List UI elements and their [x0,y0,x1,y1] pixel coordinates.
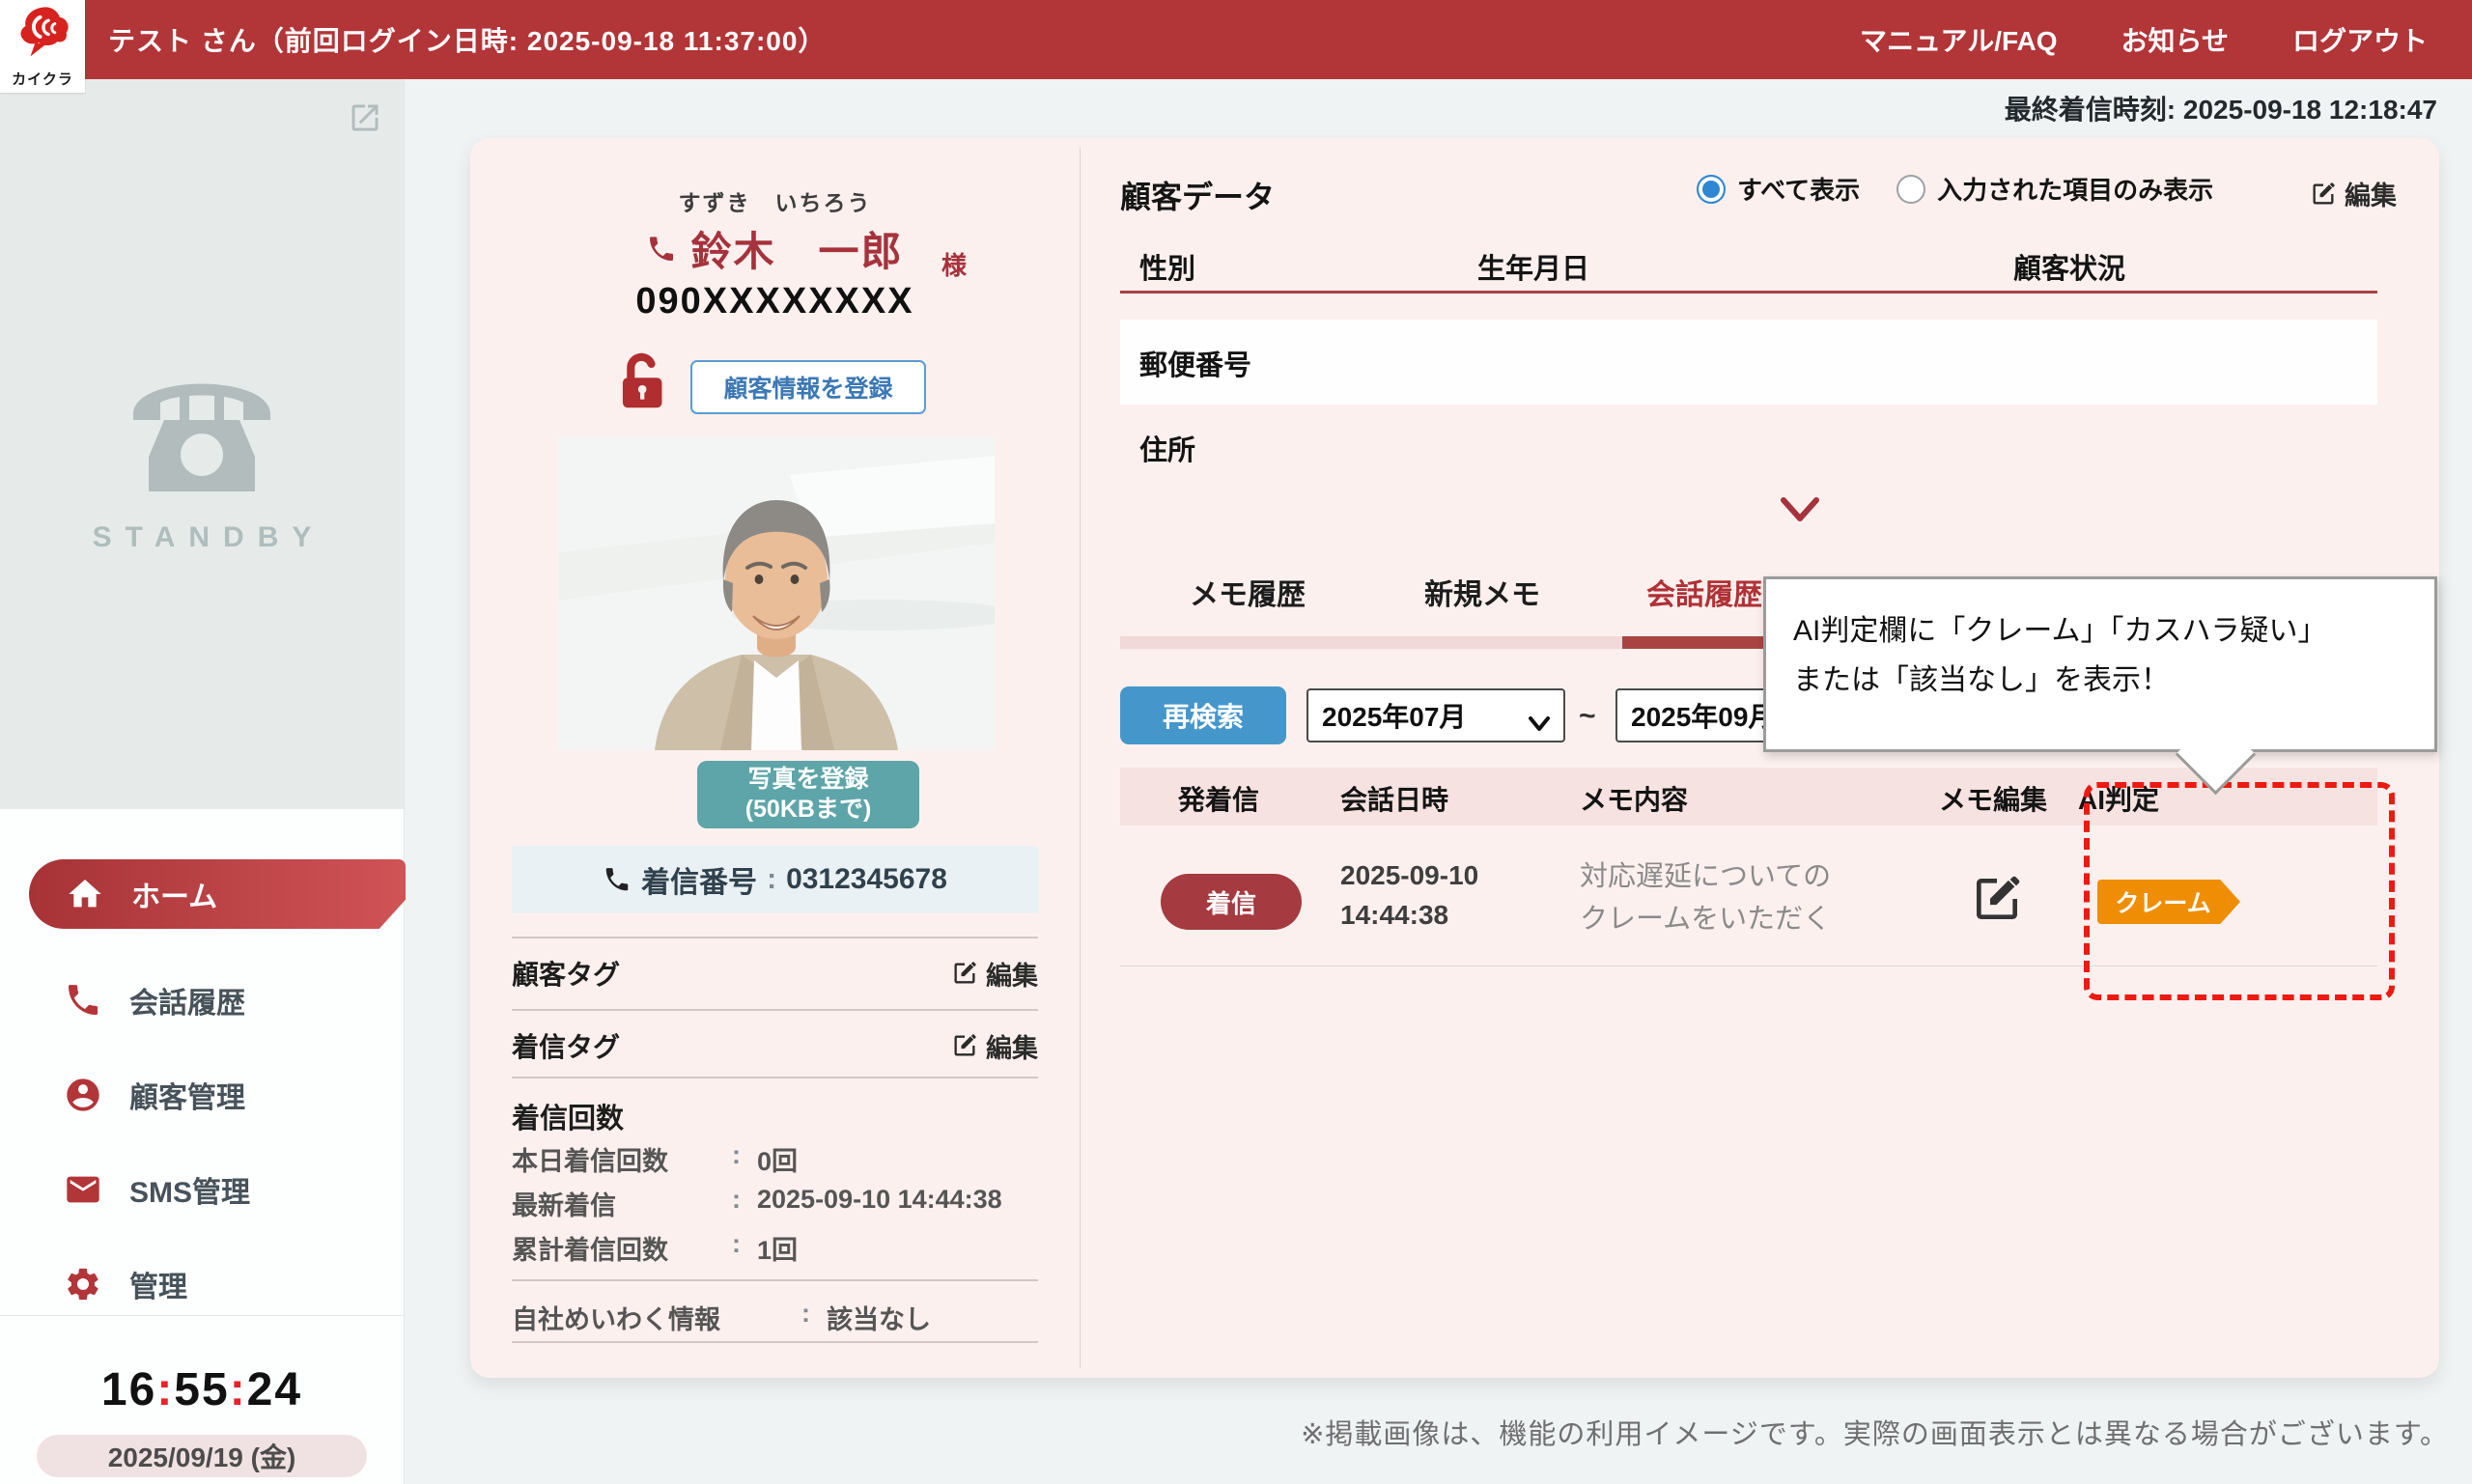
highlight-dashed-box [2084,782,2395,1000]
pencil-icon [951,1032,978,1059]
disclaimer-text: ※掲載画像は、機能の利用イメージです。実際の画面表示とは異なる場合がございます。 [1301,1412,2449,1452]
radio-selected-icon [1697,175,1726,204]
incoming-number-label: 着信番号 [641,858,757,901]
pencil-icon [2310,181,2337,208]
last-call-time: 最終着信時刻: 2025-09-18 12:18:47 [2005,89,2437,127]
sidebar-item-label: 顧客管理 [129,1074,245,1116]
feature-tooltip: AI判定欄に「クレーム」「カスハラ疑い」 または「該当なし」を表示！ [1763,576,2437,752]
phone-standby-icon [120,487,284,503]
customer-phone-number: 090XXXXXXXX [470,281,1080,322]
call-status-panel: STANDBY [0,79,404,809]
kaikura-cloud-logo-icon [17,4,70,60]
tab-conversation-history[interactable]: 会話履歴 [1646,571,1762,613]
sidebar-item-label: ホーム [131,873,217,915]
customer-tag-edit-button[interactable]: 編集 [951,955,1038,993]
tooltip-text: AI判定欄に「クレーム」「カスハラ疑い」 または「該当なし」を表示！ [1793,615,2326,696]
mail-icon [64,1170,102,1209]
header-links: マニュアル/FAQ お知らせ ログアウト [1860,0,2428,79]
phone-call-icon [646,234,677,265]
re-search-button[interactable]: 再検索 [1120,686,1286,744]
home-icon [66,875,104,913]
customer-tag-label: 顧客タグ [512,954,620,993]
field-birthdate: 生年月日 [1477,246,1589,287]
gear-icon [64,1265,102,1303]
customer-photo [558,436,995,750]
tab-new-memo[interactable]: 新規メモ [1424,571,1540,613]
radio-show-filled-only[interactable]: 入力された項目のみ表示 [1896,171,2213,207]
external-link-icon[interactable] [348,100,382,135]
col-memo-edit: メモ編集 [1939,779,2047,818]
sidebar-item-home[interactable]: ホーム [29,859,406,929]
logged-in-user-info: テスト さん（前回ログイン日時: 2025-09-18 11:37:00） [108,0,826,79]
date-range-tilde: ~ [1579,700,1596,733]
field-postal-code: 郵便番号 [1139,343,1251,383]
col-memo: メモ内容 [1580,779,1688,818]
customer-tag-row: 顧客タグ 編集 [512,954,1038,993]
field-gender: 性別 [1139,246,1195,287]
upload-photo-button[interactable]: 写真を登録 (50KBまで) [697,761,919,828]
radio-show-all[interactable]: すべて表示 [1697,171,1860,207]
memo-content: 対応遅延についての クレームをいただく [1580,856,1831,940]
postal-code-row [1120,320,2377,405]
field-address: 住所 [1139,428,1195,468]
date-badge: 2025/09/19 (金) [37,1435,367,1477]
person-icon [64,1076,102,1114]
app-logo[interactable]: カイクラ [0,0,85,93]
incoming-call-badge: 着信 [1161,874,1302,930]
incoming-number-strip: 着信番号 : 0312345678 [512,846,1038,913]
register-customer-button[interactable]: 顧客情報を登録 [690,360,926,414]
incoming-tag-label: 着信タグ [512,1026,620,1065]
sidebar-item-admin[interactable]: 管理 [0,1249,404,1319]
call-count-title: 着信回数 [512,1096,624,1136]
pencil-icon [951,960,978,987]
logo-text: カイクラ [12,69,73,89]
incoming-number-value: 0312345678 [786,863,947,896]
phone-icon [64,981,102,1020]
nuisance-info-row: 自社めいわく情報:該当なし [512,1299,1038,1336]
incoming-tag-edit-button[interactable]: 編集 [951,1027,1038,1065]
lock-open-icon[interactable] [613,352,669,412]
sidebar-divider [0,1315,404,1316]
display-filter-radios: すべて表示 入力された項目のみ表示 [1697,171,2213,207]
incoming-tag-row: 着信タグ 編集 [512,1026,1038,1065]
radio-unselected-icon [1896,175,1925,204]
customer-data-title: 顧客データ [1120,173,1275,217]
total-call-count-row: 累計着信回数:1回 [512,1229,1038,1267]
phone-receiver-icon [603,865,632,894]
customer-data-edit-button[interactable]: 編集 [2310,175,2397,212]
sidebar-item-label: 会話履歴 [129,979,245,1022]
sidebar-item-label: 管理 [129,1263,187,1305]
customer-name: 鈴木 一郎 [690,219,903,278]
top-header: テスト さん（前回ログイン日時: 2025-09-18 11:37:00） マニ… [0,0,2472,79]
latest-call-row: 最新着信:2025-09-10 14:44:38 [512,1185,1038,1222]
sidebar-item-conversation-history[interactable]: 会話履歴 [0,966,404,1035]
memo-edit-icon[interactable] [1970,872,2024,926]
chevron-down-icon [1529,708,1550,723]
sidebar: STANDBY ホーム 会話履歴 顧客管理 SMS管理 管理 16:55:24 [0,79,405,1484]
logout-link[interactable]: ログアウト [2292,20,2428,59]
conversation-datetime: 2025-09-10 14:44:38 [1340,856,1478,935]
tab-memo-history[interactable]: メモ履歴 [1190,571,1306,613]
main-card: すずき いちろう 鈴木 一郎 様 090XXXXXXXX 顧客情報を登録 [470,138,2439,1378]
clock: 16:55:24 [0,1363,404,1416]
customer-furigana: すずき いちろう [470,184,1080,217]
today-call-count-row: 本日着信回数:0回 [512,1140,1038,1178]
honorific-label: 様 [941,246,967,282]
date-from-select[interactable]: 2025年07月 [1306,688,1565,742]
sidebar-item-label: SMS管理 [129,1168,250,1211]
col-direction: 発着信 [1178,779,1259,818]
sidebar-item-sms-management[interactable]: SMS管理 [0,1155,404,1224]
col-datetime: 会話日時 [1340,779,1448,818]
sidebar-item-customer-management[interactable]: 顧客管理 [0,1060,404,1130]
manual-faq-link[interactable]: マニュアル/FAQ [1860,20,2058,59]
expand-chevron-down-icon[interactable] [1779,495,1821,524]
standby-label: STANDBY [0,521,404,554]
field-customer-status: 顧客状況 [2013,246,2125,287]
column-divider [1080,148,1081,1368]
news-link[interactable]: お知らせ [2121,20,2229,59]
